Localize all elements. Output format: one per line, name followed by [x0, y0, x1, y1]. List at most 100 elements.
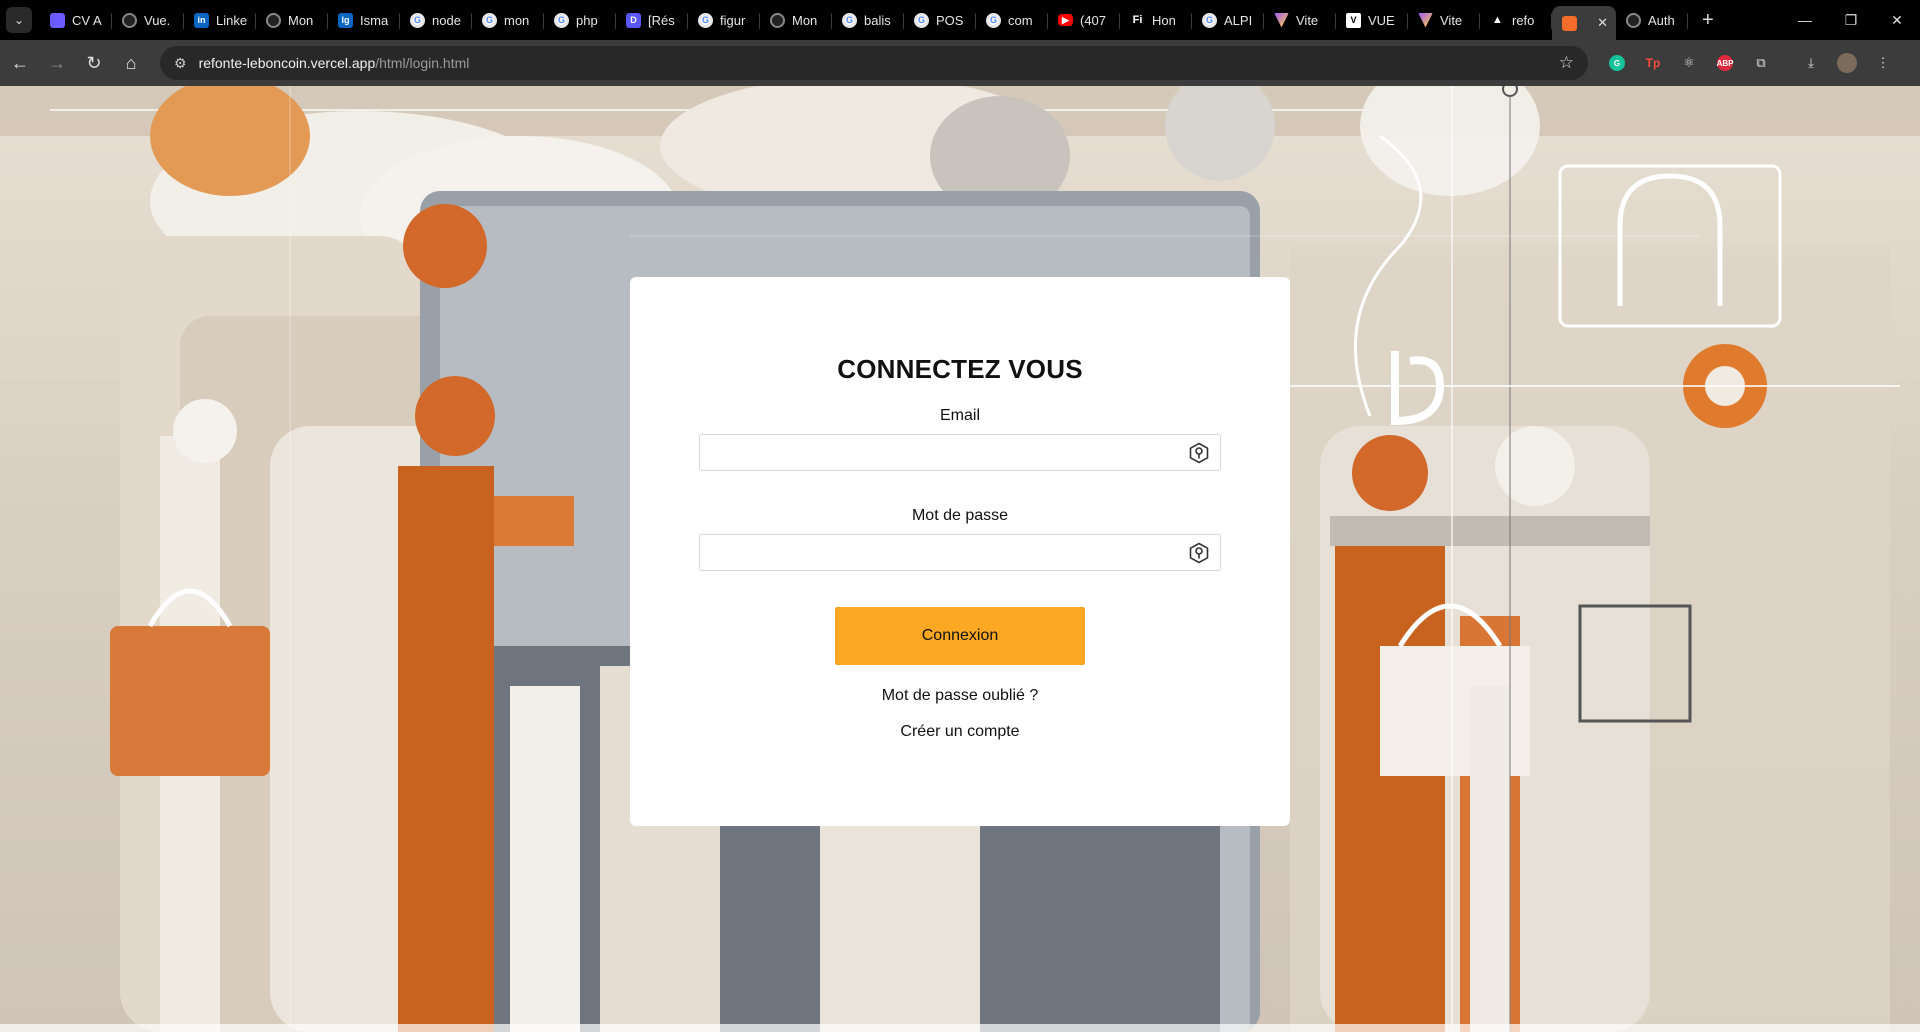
browser-tab[interactable]: Fi Hon: [1120, 4, 1192, 36]
chevron-down-icon: ⌄: [13, 13, 25, 27]
download-icon[interactable]: ⤓: [1796, 48, 1826, 78]
tab-title: Hon: [1152, 12, 1176, 28]
password-manager-key-icon[interactable]: [1188, 442, 1210, 464]
login-button[interactable]: Connexion: [835, 607, 1085, 665]
browser-tab[interactable]: in Linke: [184, 4, 256, 36]
tab-title: Mon: [792, 12, 818, 28]
tab-title: mon: [504, 12, 530, 28]
browser-tab[interactable]: Gphp: [544, 4, 616, 36]
password-manager-key-icon[interactable]: [1188, 542, 1210, 564]
tab-title: Isma: [360, 12, 389, 28]
site-icon: lg: [338, 12, 353, 28]
home-button[interactable]: ⌂: [114, 46, 148, 80]
tab-title: Vue.: [144, 12, 171, 28]
browser-tab[interactable]: CV A: [40, 4, 112, 36]
restore-icon[interactable]: ❐: [1828, 0, 1874, 40]
site-settings-icon[interactable]: ⚙: [174, 55, 187, 72]
back-button[interactable]: ←: [3, 46, 37, 80]
new-tab-button[interactable]: +: [1702, 9, 1714, 32]
browser-tab[interactable]: Gmon: [472, 4, 544, 36]
browser-tab[interactable]: Auth: [1616, 4, 1688, 36]
tab-title: balis: [864, 12, 891, 28]
browser-tab[interactable]: Gbalis: [832, 4, 904, 36]
bookmark-star-icon[interactable]: ☆: [1559, 53, 1574, 73]
youtube-icon: ▶: [1058, 14, 1073, 26]
browser-tab[interactable]: ▲ refo: [1480, 4, 1552, 36]
tab-title: Auth: [1648, 12, 1675, 28]
browser-tab[interactable]: Mon: [760, 4, 832, 36]
browser-tab[interactable]: ▶ (407: [1048, 4, 1120, 36]
password-field-wrapper: [699, 534, 1221, 571]
browser-tab[interactable]: Mon: [256, 4, 328, 36]
google-icon: G: [482, 12, 497, 28]
window-controls: — ❐ ✕: [1782, 0, 1920, 40]
browser-tab[interactable]: Vite: [1408, 4, 1480, 36]
browser-tab[interactable]: G ALPI: [1192, 4, 1264, 36]
login-page: CONNECTEZ VOUS Email Mot de passe Connex…: [0, 86, 1920, 1032]
browser-tab[interactable]: Vite: [1264, 4, 1336, 36]
tab-title: figur: [720, 12, 746, 28]
leboncoin-icon: [1562, 15, 1577, 31]
extensions-area: G Tp ⚛ ABP ⧉ ⤓ ⋮: [1602, 48, 1898, 78]
github-icon: [1626, 12, 1641, 28]
email-label: Email: [939, 407, 980, 424]
browser-tab[interactable]: Gfigur: [688, 4, 760, 36]
minimize-icon[interactable]: —: [1782, 0, 1828, 40]
forgot-password-link[interactable]: Mot de passe oublié ?: [630, 687, 1290, 705]
close-window-icon[interactable]: ✕: [1874, 0, 1920, 40]
browser-menu-icon[interactable]: ⋮: [1868, 48, 1898, 78]
tab-title: refo: [1512, 12, 1535, 28]
close-tab-icon[interactable]: ✕: [1597, 15, 1608, 31]
browser-toolbar: ← → ↻ ⌂ ⚙ refonte-leboncoin.vercel.app /…: [0, 40, 1920, 86]
google-icon: G: [1202, 12, 1217, 28]
browser-tab[interactable]: G POS: [904, 4, 976, 36]
tp-extension-icon[interactable]: Tp: [1638, 48, 1668, 78]
canva-icon: [50, 12, 65, 28]
doc-icon: D: [626, 12, 641, 28]
browser-tab[interactable]: Vue.: [112, 4, 184, 36]
google-icon: G: [410, 12, 425, 28]
browser-tab[interactable]: lg Isma: [328, 4, 400, 36]
grammar-extension-icon[interactable]: G: [1602, 48, 1632, 78]
google-icon: G: [554, 12, 569, 28]
url-host: refonte-leboncoin.vercel.app: [198, 55, 376, 71]
browser-tab[interactable]: D [Rés: [616, 4, 688, 36]
google-icon: G: [698, 12, 713, 28]
vite-icon: [1418, 12, 1433, 28]
tab-title: Vite: [1440, 12, 1463, 28]
forward-button[interactable]: →: [40, 46, 74, 80]
tab-title: POS: [936, 12, 964, 28]
browser-tab[interactable]: V VUE: [1336, 4, 1408, 36]
vue-icon: V: [1346, 12, 1361, 28]
reload-button[interactable]: ↻: [77, 46, 111, 80]
browser-tab[interactable]: ✕: [1552, 6, 1616, 40]
tab-title: Vite: [1296, 12, 1319, 28]
email-field[interactable]: [700, 435, 1220, 470]
url-path: /html/login.html: [375, 55, 470, 71]
linkedin-icon: in: [194, 12, 209, 28]
vercel-icon: ▲: [1492, 14, 1503, 26]
tab-title: Mon: [288, 12, 314, 28]
browser-tab[interactable]: Gnode: [400, 4, 472, 36]
tab-list: CV A Vue. in Linke Mon lg Isma Gnode Gmon Gphp D [R…: [40, 0, 1688, 40]
address-bar[interactable]: ⚙ refonte-leboncoin.vercel.app /html/log…: [160, 46, 1588, 80]
password-field[interactable]: [700, 535, 1220, 570]
tab-title: Linke: [216, 12, 248, 28]
password-label: Mot de passe: [911, 507, 1009, 524]
tab-title: node: [432, 12, 461, 28]
github-icon: [266, 12, 281, 28]
tab-search-button[interactable]: ⌄: [6, 7, 32, 33]
tab-title: (407: [1080, 12, 1107, 28]
create-account-link[interactable]: Créer un compte: [630, 723, 1290, 741]
adblock-icon[interactable]: ABP: [1710, 48, 1740, 78]
tab-title: [Rés: [648, 12, 675, 28]
tab-title: com: [1008, 12, 1033, 28]
email-field-wrapper: [699, 434, 1221, 471]
google-icon: G: [986, 12, 1001, 28]
tab-title: CV A: [72, 12, 102, 28]
profile-avatar[interactable]: [1832, 48, 1862, 78]
extensions-puzzle-icon[interactable]: ⧉: [1746, 48, 1776, 78]
react-devtools-icon[interactable]: ⚛: [1674, 48, 1704, 78]
fi-icon: Fi: [1132, 14, 1143, 26]
browser-tab[interactable]: Gcom: [976, 4, 1048, 36]
